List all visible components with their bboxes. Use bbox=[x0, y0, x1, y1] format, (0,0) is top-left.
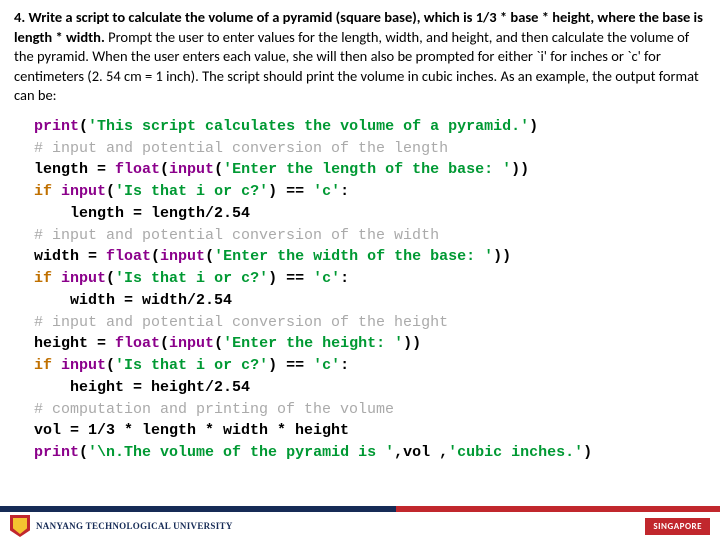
code-text: length = bbox=[34, 161, 115, 178]
code-text: == bbox=[277, 183, 313, 200]
kw-input: input bbox=[61, 270, 106, 287]
crest-icon bbox=[10, 515, 30, 537]
str: 'c' bbox=[313, 357, 340, 374]
question-number: 4. bbox=[14, 8, 25, 26]
code-text: height = bbox=[34, 335, 115, 352]
str: 'Is that i or c?' bbox=[115, 270, 268, 287]
code-text: width = bbox=[34, 248, 106, 265]
kw-print: print bbox=[34, 118, 79, 135]
str: 'cubic inches.' bbox=[448, 444, 583, 461]
footer-color-bar bbox=[0, 506, 720, 512]
kw-print: print bbox=[34, 444, 79, 461]
comment: # input and potential conversion of the … bbox=[34, 140, 448, 157]
kw-float: float bbox=[115, 335, 160, 352]
str: 'This script calculates the volume of a … bbox=[88, 118, 529, 135]
country-tag: SINGAPORE bbox=[645, 518, 710, 535]
kw-input: input bbox=[169, 161, 214, 178]
code-text: vol = 1/3 * length * width * height bbox=[34, 422, 349, 439]
str: 'c' bbox=[313, 270, 340, 287]
comment: # input and potential conversion of the … bbox=[34, 314, 448, 331]
code-text: == bbox=[277, 357, 313, 374]
question-text: 4. Write a script to calculate the volum… bbox=[14, 8, 706, 106]
kw-input: input bbox=[61, 183, 106, 200]
kw-float: float bbox=[115, 161, 160, 178]
str: 'Enter the height: ' bbox=[223, 335, 403, 352]
str: 'Is that i or c?' bbox=[115, 357, 268, 374]
bar-navy bbox=[0, 506, 396, 512]
kw-input: input bbox=[169, 335, 214, 352]
comment: # computation and printing of the volume bbox=[34, 401, 394, 418]
slide-footer: NANYANG TECHNOLOGICAL UNIVERSITY SINGAPO… bbox=[0, 506, 720, 540]
str: 'Enter the width of the base: ' bbox=[214, 248, 493, 265]
university-name: NANYANG TECHNOLOGICAL UNIVERSITY bbox=[36, 521, 233, 531]
kw-float: float bbox=[106, 248, 151, 265]
kw-if: if bbox=[34, 183, 61, 200]
code-text: height = height/2.54 bbox=[34, 379, 250, 396]
str: 'Enter the length of the base: ' bbox=[223, 161, 511, 178]
code-text: == bbox=[277, 270, 313, 287]
kw-if: if bbox=[34, 357, 61, 374]
code-text: width = width/2.54 bbox=[34, 292, 232, 309]
university-logo: NANYANG TECHNOLOGICAL UNIVERSITY bbox=[10, 515, 233, 537]
code-block: print('This script calculates the volume… bbox=[14, 116, 706, 464]
kw-input: input bbox=[61, 357, 106, 374]
kw-if: if bbox=[34, 270, 61, 287]
bar-red bbox=[396, 506, 720, 512]
question-rest: Prompt the user to enter values for the … bbox=[14, 28, 699, 105]
code-text: length = length/2.54 bbox=[34, 205, 250, 222]
comment: # input and potential conversion of the … bbox=[34, 227, 439, 244]
code-text: ,vol , bbox=[394, 444, 448, 461]
kw-input: input bbox=[160, 248, 205, 265]
str: '\n.The volume of the pyramid is ' bbox=[88, 444, 394, 461]
str: 'c' bbox=[313, 183, 340, 200]
str: 'Is that i or c?' bbox=[115, 183, 268, 200]
